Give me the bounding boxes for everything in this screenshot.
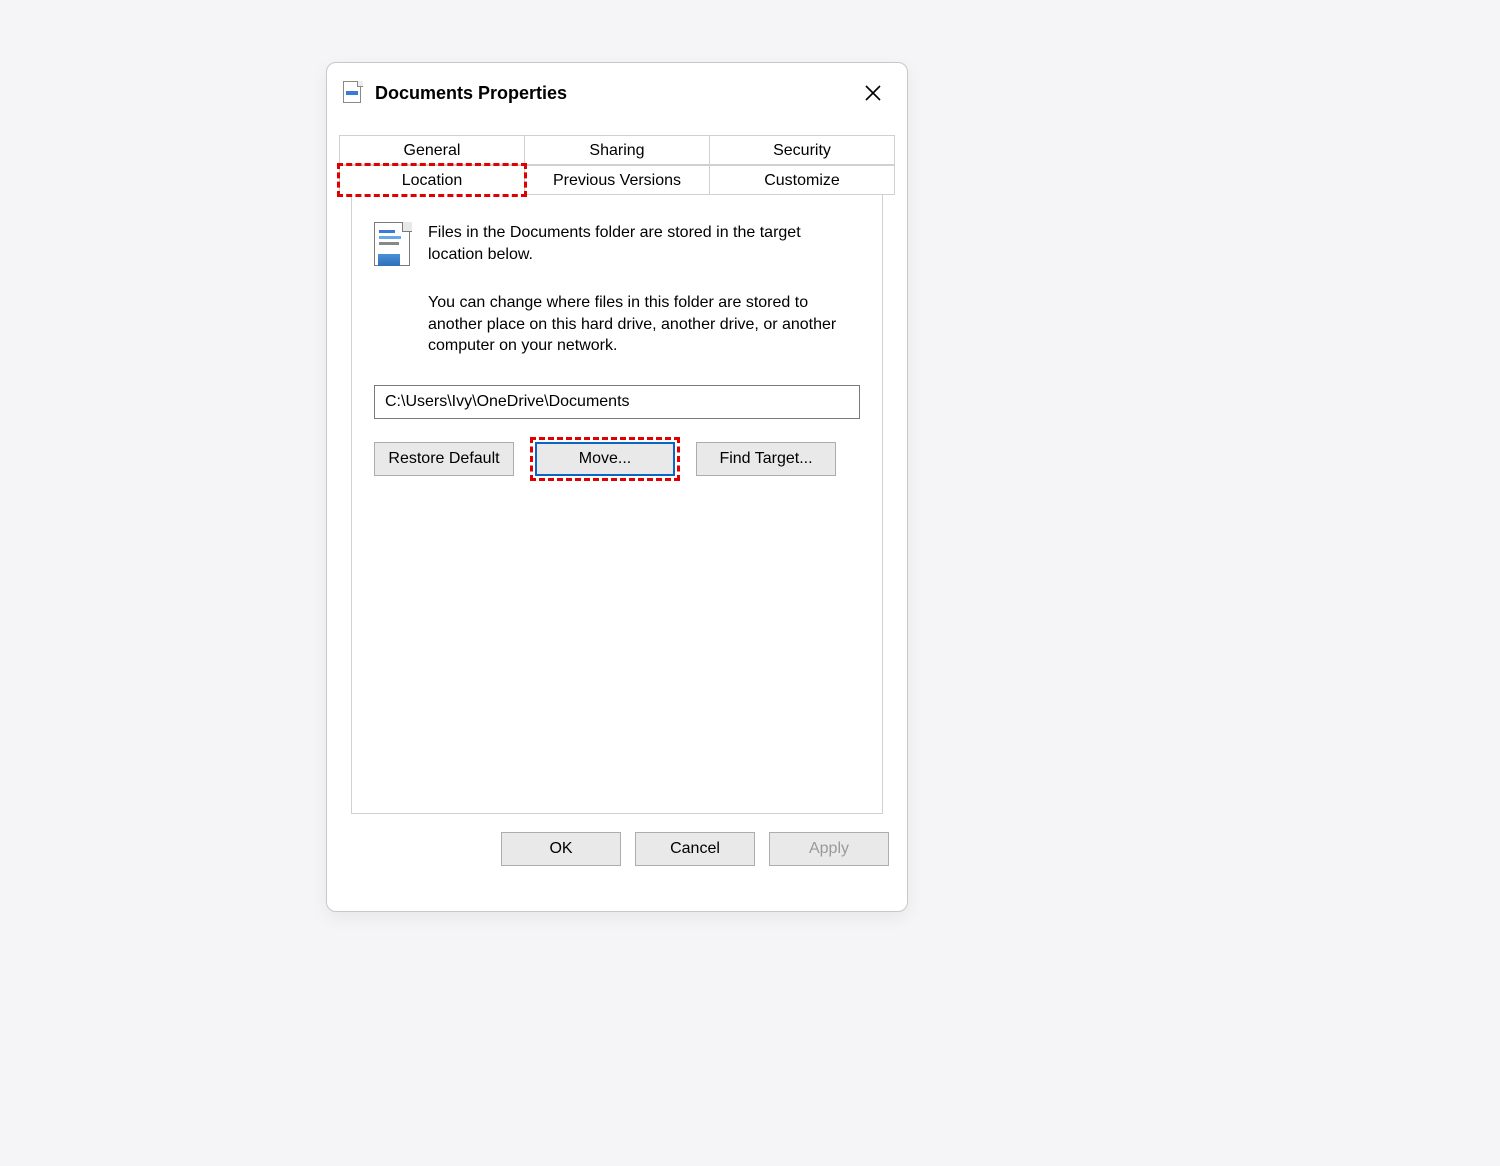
apply-button[interactable]: Apply xyxy=(769,832,889,866)
tab-previous-versions[interactable]: Previous Versions xyxy=(524,165,710,195)
info-text-secondary: You can change where files in this folde… xyxy=(428,292,860,357)
tab-panel-location: Files in the Documents folder are stored… xyxy=(351,194,883,814)
document-page-icon xyxy=(374,222,414,270)
tab-customize[interactable]: Customize xyxy=(709,165,895,195)
close-button[interactable] xyxy=(853,73,893,113)
dialog-footer: OK Cancel Apply xyxy=(327,815,907,883)
titlebar: Documents Properties xyxy=(327,63,907,123)
find-target-button[interactable]: Find Target... xyxy=(696,442,836,476)
properties-dialog: Documents Properties General Sharing Sec… xyxy=(326,62,908,912)
move-highlight: Move... xyxy=(530,437,680,481)
tab-sharing[interactable]: Sharing xyxy=(524,135,710,165)
ok-button[interactable]: OK xyxy=(501,832,621,866)
cancel-button[interactable]: Cancel xyxy=(635,832,755,866)
restore-default-button[interactable]: Restore Default xyxy=(374,442,514,476)
tab-general[interactable]: General xyxy=(339,135,525,165)
window-title: Documents Properties xyxy=(375,83,853,104)
tab-location[interactable]: Location xyxy=(339,165,525,195)
tab-strip: General Sharing Security Location Previo… xyxy=(327,123,907,815)
info-text-primary: Files in the Documents folder are stored… xyxy=(428,222,860,270)
move-button[interactable]: Move... xyxy=(535,442,675,476)
tab-security[interactable]: Security xyxy=(709,135,895,165)
document-icon xyxy=(343,81,363,105)
location-path-input[interactable] xyxy=(374,385,860,419)
close-icon xyxy=(864,84,882,102)
